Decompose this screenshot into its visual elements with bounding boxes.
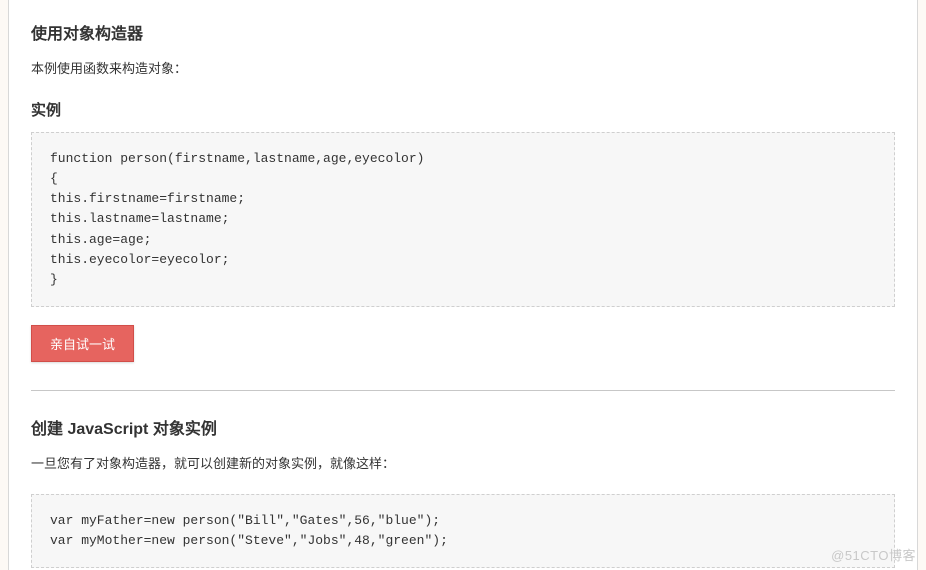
code-block-1: function person(firstname,lastname,age,e… <box>31 132 895 307</box>
section2-description: 一旦您有了对象构造器，就可以创建新的对象实例，就像这样： <box>31 453 895 472</box>
section1-description: 本例使用函数来构造对象： <box>31 58 895 77</box>
code-content-2: var myFather=new person("Bill","Gates",5… <box>50 511 876 551</box>
code-block-2: var myFather=new person("Bill","Gates",5… <box>31 494 895 568</box>
try-it-button[interactable]: 亲自试一试 <box>31 325 134 362</box>
example-label: 实例 <box>31 99 895 120</box>
content-container: 使用对象构造器 本例使用函数来构造对象： 实例 function person(… <box>8 0 918 570</box>
section-divider <box>31 390 895 391</box>
code-content-1: function person(firstname,lastname,age,e… <box>50 149 876 290</box>
section1-heading: 使用对象构造器 <box>31 20 895 44</box>
section2-heading: 创建 JavaScript 对象实例 <box>31 415 895 439</box>
